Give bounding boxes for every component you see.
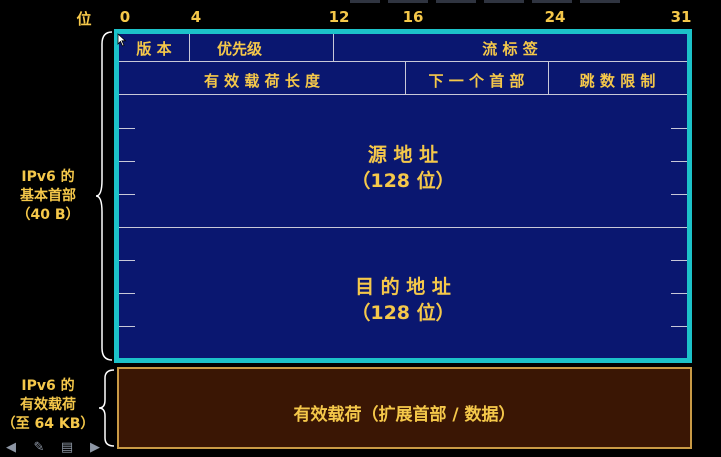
header-side-line2: 基本首部 (20, 188, 76, 204)
payload-brace (98, 369, 115, 447)
row-divider (119, 61, 687, 62)
payload-side-line3: （至 64 KB） (1, 416, 95, 432)
bit-tick-12: 12 (328, 8, 350, 26)
word-tick (119, 326, 135, 327)
payload-side-label: IPv6 的 有效载荷 （至 64 KB） (0, 377, 96, 434)
word-tick (671, 326, 687, 327)
word-tick (671, 260, 687, 261)
payload-side-line1: IPv6 的 (21, 378, 75, 394)
slideshow-toolbar: ◀ ✎ ▤ ▶ (2, 441, 112, 457)
ipv6-payload: 有效载荷（扩展首部 / 数据） (117, 367, 692, 449)
arrow-left-icon[interactable]: ◀ (2, 441, 20, 455)
field-next-header: 下 一 个 首 部 (428, 72, 525, 90)
source-address-size: （128 位） (351, 170, 455, 192)
word-tick (119, 194, 135, 195)
word-tick (119, 293, 135, 294)
menu-icon[interactable]: ▤ (58, 441, 76, 455)
header-side-label: IPv6 的 基本首部 （40 B） (0, 168, 96, 225)
field-flow-label: 流 标 签 (482, 40, 538, 58)
field-traffic-class: 优先级 (217, 40, 263, 58)
pencil-icon[interactable]: ✎ (30, 441, 48, 455)
header-side-line3: （40 B） (16, 207, 80, 223)
top-strip (580, 0, 620, 3)
payload-label: 有效载荷（扩展首部 / 数据） (293, 405, 516, 425)
bit-tick-0: 0 (119, 8, 131, 26)
word-tick (119, 260, 135, 261)
header-side-line1: IPv6 的 (21, 169, 75, 185)
top-strip (388, 0, 428, 3)
field-payload-length: 有 效 载 荷 长 度 (203, 72, 321, 90)
arrow-right-icon[interactable]: ▶ (86, 441, 104, 455)
source-address-title: 源 地 址 (367, 144, 439, 166)
header-brace (96, 31, 113, 361)
field-hop-limit: 跳 数 限 制 (579, 72, 656, 90)
bit-tick-24: 24 (544, 8, 566, 26)
row-divider (119, 94, 687, 95)
bit-tick-4: 4 (190, 8, 202, 26)
mouse-cursor-icon (117, 33, 127, 47)
word-tick (671, 161, 687, 162)
top-strip (532, 0, 572, 3)
top-strip (484, 0, 524, 3)
field-version: 版 本 (136, 40, 172, 58)
row-divider (119, 227, 687, 228)
top-strip (436, 0, 476, 3)
word-tick (671, 194, 687, 195)
word-tick (671, 293, 687, 294)
word-tick (119, 128, 135, 129)
top-strip (350, 0, 380, 3)
ipv6-base-header: 版 本 优先级 流 标 签 有 效 载 荷 长 度 下 一 个 首 部 跳 数 … (114, 29, 692, 363)
bit-tick-16: 16 (402, 8, 424, 26)
payload-side-line2: 有效载荷 (20, 397, 76, 413)
bit-tick-31: 31 (670, 8, 692, 26)
word-tick (119, 161, 135, 162)
destination-address-size: （128 位） (351, 302, 455, 324)
bit-axis-label: 位 (76, 10, 92, 28)
destination-address-title: 目 的 地 址 (355, 276, 451, 298)
word-tick (671, 128, 687, 129)
